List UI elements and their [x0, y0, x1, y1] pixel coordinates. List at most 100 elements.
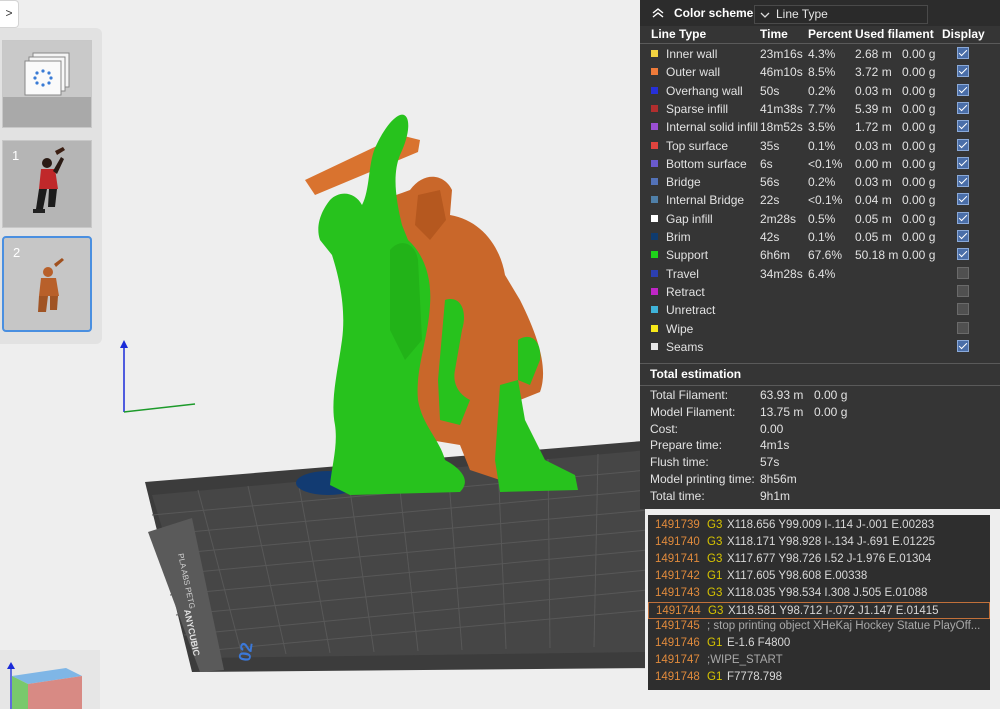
- display-checkbox[interactable]: [957, 83, 969, 96]
- estimation-label: Model Filament:: [650, 404, 736, 419]
- display-checkbox[interactable]: [957, 175, 969, 188]
- color-scheme-dropdown-value: Line Type: [776, 7, 828, 21]
- gcode-command: G3: [707, 519, 723, 531]
- legend-row: Outer wall 46m10s 8.5% 3.72 m 0.00 g: [640, 63, 1000, 81]
- estimation-value: 63.93 m: [760, 388, 804, 402]
- plate-thumbnail-all[interactable]: [2, 40, 92, 128]
- display-checkbox[interactable]: [957, 339, 969, 352]
- gcode-line[interactable]: 1491745 ; stop printing object XHeKaj Hoc…: [648, 618, 990, 635]
- display-checkbox[interactable]: [957, 156, 969, 169]
- line-type-name: Gap infill: [666, 211, 713, 226]
- gcode-viewer: 1491739 G3 X118.656 Y99.009 I-.114 J-.001 …: [648, 515, 990, 690]
- color-swatch: [651, 233, 658, 240]
- estimation-value: 57s: [760, 455, 780, 470]
- display-checkbox[interactable]: [957, 321, 969, 334]
- display-checkbox[interactable]: [957, 303, 969, 316]
- display-checkbox[interactable]: [957, 266, 969, 279]
- display-checkbox[interactable]: [957, 211, 969, 224]
- display-checkbox[interactable]: [957, 193, 969, 206]
- legend-row: Bottom surface 6s <0.1% 0.00 m 0.00 g: [640, 155, 1000, 173]
- gcode-line[interactable]: 1491740 G3 X118.171 Y98.928 I-.134 J-.691 …: [648, 534, 990, 551]
- display-checkbox[interactable]: [957, 101, 969, 114]
- line-percent: 0.1%: [808, 230, 836, 244]
- filament-weight: 0.00 g: [902, 211, 936, 226]
- line-percent: 4.3%: [808, 47, 836, 61]
- estimation-row: Prepare time: 4m1s: [650, 438, 990, 455]
- legend-row: Internal solid infill 18m52s 3.5% 1.72 m 0.0…: [640, 118, 1000, 136]
- line-type-name: Support: [666, 248, 709, 263]
- color-swatch: [651, 196, 658, 204]
- support-base-right: [495, 380, 578, 492]
- gcode-arguments: ;WIPE_START: [707, 654, 783, 667]
- gcode-line-current[interactable]: 1491744 G3 X118.581 Y98.712 I-.072 J1.147 …: [648, 601, 990, 619]
- double-chevron-up-icon[interactable]: [651, 6, 665, 20]
- legend-row: Sparse infill 41m38s 7.7% 5.39 m 0.00 g: [640, 100, 1000, 118]
- filament-length: 2.68 m: [855, 47, 892, 61]
- estimation-label: Total Filament:: [650, 388, 729, 402]
- filament-weight: 0.00 g: [902, 120, 936, 135]
- gcode-line[interactable]: 1491741 G3 X117.677 Y98.726 I.52 J-1.976 E…: [648, 551, 990, 568]
- filament-weight: 0.00 g: [902, 248, 936, 263]
- gcode-line[interactable]: 1491747 ;WIPE_START: [648, 652, 990, 669]
- legend-row: Travel 34m28s 6.4%: [640, 265, 1000, 283]
- line-time: 56s: [760, 175, 780, 190]
- plate-number: 2: [13, 245, 21, 260]
- gcode-line[interactable]: 1491748 G1 F7778.798: [648, 669, 990, 686]
- gcode-line-number: 1491739: [655, 519, 700, 531]
- display-checkbox[interactable]: [957, 284, 969, 297]
- display-checkbox[interactable]: [957, 138, 969, 151]
- plate-thumbnail-2[interactable]: 2: [2, 236, 92, 332]
- filament-weight: 0.00 g: [902, 156, 936, 171]
- color-swatch: [651, 68, 658, 76]
- color-swatch: [651, 214, 658, 222]
- color-swatch: [651, 287, 658, 295]
- view-orientation-cube[interactable]: [0, 650, 100, 709]
- color-swatch: [651, 159, 658, 167]
- line-time: 35s: [760, 138, 780, 153]
- bed-axis-label: 02: [235, 641, 256, 662]
- filament-weight: 0.00 g: [902, 175, 936, 190]
- filament-weight: 0.00 g: [902, 230, 936, 244]
- 3d-viewport[interactable]: PLA ABS PETG ANYCUBIC 02: [100, 40, 645, 709]
- gcode-line-number: 1491746: [655, 637, 700, 650]
- legend-row: Seams: [640, 338, 1000, 356]
- display-checkbox[interactable]: [957, 120, 969, 133]
- display-checkbox[interactable]: [957, 47, 969, 59]
- sidebar-toggle-button[interactable]: >: [0, 0, 19, 28]
- color-swatch: [651, 50, 658, 57]
- gcode-command: G1: [707, 671, 723, 684]
- line-type-name: Travel: [666, 266, 699, 281]
- legend-row: Overhang wall 50s 0.2% 0.03 m 0.00 g: [640, 82, 1000, 100]
- line-percent: 6.4%: [808, 266, 836, 281]
- gcode-line[interactable]: 1491746 G1 E-1.6 F4800: [648, 635, 990, 652]
- display-checkbox[interactable]: [957, 230, 969, 242]
- plate-thumbnail-1[interactable]: 1: [2, 140, 92, 228]
- filament-length: 3.72 m: [855, 65, 892, 80]
- color-scheme-dropdown[interactable]: Line Type: [754, 5, 928, 24]
- line-type-name: Bottom surface: [666, 156, 747, 171]
- filament-length: 0.03 m: [855, 175, 892, 190]
- color-swatch: [651, 251, 658, 259]
- filament-weight: 0.00 g: [902, 65, 936, 80]
- legend-panel: Color scheme Line Type Line Type Time Pe…: [640, 0, 1000, 509]
- filament-weight: 0.00 g: [902, 47, 936, 61]
- display-checkbox[interactable]: [957, 248, 969, 261]
- gcode-line[interactable]: 1491743 G3 X118.035 Y98.534 I.308 J.505 E.…: [648, 585, 990, 602]
- color-swatch: [651, 123, 658, 131]
- gcode-line-number: 1491740: [655, 535, 700, 548]
- gcode-line[interactable]: 1491742 G1 X117.605 Y98.608 E.00338: [648, 568, 990, 585]
- gcode-arguments: E-1.6 F4800: [727, 637, 791, 650]
- chevron-right-icon: >: [5, 6, 13, 20]
- display-checkbox[interactable]: [957, 65, 969, 78]
- line-percent: <0.1%: [808, 156, 843, 171]
- gcode-arguments: X117.605 Y98.608 E.00338: [727, 569, 868, 582]
- plate-number: 1: [12, 148, 20, 163]
- color-swatch: [651, 104, 658, 112]
- estimation-row: Total time: 9h1m: [650, 489, 990, 506]
- estimation-value: 8h56m: [760, 472, 797, 486]
- gcode-line[interactable]: 1491739 G3 X118.656 Y99.009 I-.114 J-.001 …: [648, 517, 990, 534]
- color-swatch: [651, 342, 658, 350]
- gcode-command: G3: [708, 604, 724, 617]
- legend-row: Bridge 56s 0.2% 0.03 m 0.00 g: [640, 173, 1000, 191]
- filament-length: 1.72 m: [855, 120, 892, 135]
